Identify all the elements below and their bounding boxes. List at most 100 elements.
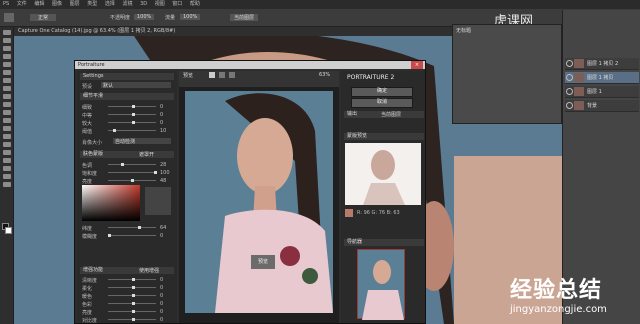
menu-item[interactable]: 3D [140,0,147,9]
slider-row[interactable]: 柔化 0 [82,285,174,292]
slider-knob[interactable] [132,278,135,281]
slider-track[interactable] [108,226,156,229]
slider-track[interactable] [108,278,156,281]
single-view-icon[interactable] [209,72,215,78]
slider-value[interactable]: 100 [160,170,170,176]
slider-value[interactable]: 0 [160,301,163,307]
slider-value[interactable]: 0 [160,285,163,291]
slider-knob[interactable] [132,105,135,108]
shape-tool-icon[interactable] [2,166,11,171]
slider-row[interactable]: 亮度 0 [82,309,174,316]
layer-row-selected[interactable]: 图层 1 拷贝 [565,72,639,84]
color-picker-field[interactable] [82,185,140,221]
mask-preview-header[interactable]: 蒙版预览 [344,133,424,140]
eraser-tool-icon[interactable] [2,110,11,115]
slider-knob[interactable] [131,179,134,182]
slider-track[interactable] [108,234,156,237]
slider-knob[interactable] [113,129,116,132]
eye-icon[interactable] [566,60,573,67]
slider-row[interactable]: 较大 0 [82,120,174,127]
brush-tool-icon[interactable] [2,86,11,91]
background-color-swatch[interactable] [5,227,12,234]
mask-section-header[interactable]: 肤色蒙版 [80,151,174,158]
menu-item[interactable]: 文件 [17,0,27,9]
menu-item[interactable]: 帮助 [190,0,200,9]
slider-knob[interactable] [121,163,124,166]
slider-track[interactable] [108,113,156,116]
detail-section-header[interactable]: 细节平滑 [80,93,174,100]
slider-knob[interactable] [132,310,135,313]
slider-track[interactable] [108,171,157,174]
hand-tool-icon[interactable] [2,174,11,179]
zoom-value[interactable]: 63% [319,72,330,78]
slider-track[interactable] [108,105,156,108]
slider-value[interactable]: 0 [160,317,163,323]
slider-knob[interactable] [132,302,135,305]
close-icon[interactable]: × [411,61,423,69]
dodge-tool-icon[interactable] [2,134,11,139]
slider-row[interactable]: 纬度 64 [82,225,174,232]
slider-knob[interactable] [132,121,135,124]
heal-tool-icon[interactable] [2,78,11,83]
menu-item[interactable]: 窗口 [172,0,182,9]
layer-row[interactable]: 图层 1 [565,86,639,98]
slider-value[interactable]: 0 [160,120,163,126]
layer-row[interactable]: 背景 [565,100,639,112]
preview-photo[interactable]: 预览 [185,91,333,313]
eye-icon[interactable] [566,102,573,109]
crop-tool-icon[interactable] [2,62,11,67]
preview-tag[interactable]: 预览 [251,255,275,269]
slider-value[interactable]: 0 [160,293,163,299]
slider-track[interactable] [108,302,156,305]
slider-knob[interactable] [132,318,135,321]
slider-value[interactable]: 64 [160,225,166,231]
slider-row[interactable]: 细致 0 [82,104,174,111]
slider-value[interactable]: 0 [160,112,163,118]
preset-select[interactable]: 默认 [101,82,171,89]
blur-tool-icon[interactable] [2,126,11,131]
slider-value[interactable]: 28 [160,162,166,168]
slider-track[interactable] [108,294,156,297]
wand-tool-icon[interactable] [2,54,11,59]
slider-row[interactable]: 模糊度 0 [82,233,174,240]
slider-knob[interactable] [108,234,111,237]
history-tool-icon[interactable] [2,102,11,107]
eye-icon[interactable] [566,74,573,81]
portrait-size-select[interactable]: 自动检测 [113,138,171,145]
pen-tool-icon[interactable] [2,142,11,147]
flow-input[interactable]: 100% [180,14,201,20]
slider-knob[interactable] [138,226,141,229]
menu-item[interactable]: 编辑 [34,0,44,9]
slider-track[interactable] [108,163,156,166]
navigator-header[interactable]: 导航器 [344,239,424,246]
slider-row[interactable]: 对比度 0 [82,317,174,324]
slider-track[interactable] [108,179,156,182]
cancel-button[interactable]: 取消 [351,98,413,108]
menu-item[interactable]: 选择 [105,0,115,9]
slider-value[interactable]: 0 [160,309,163,315]
slider-row[interactable]: 色调 28 [82,162,174,169]
slider-row[interactable]: 阈值 10 [82,128,174,135]
sample-select[interactable]: 当前图层 [230,14,259,21]
eye-icon[interactable] [566,88,573,95]
mask-color-swatch[interactable] [345,209,353,217]
slider-knob[interactable] [132,113,135,116]
slider-value[interactable]: 0 [160,104,163,110]
split-view-icon[interactable] [219,72,225,78]
slider-value[interactable]: 48 [160,178,166,184]
side-view-icon[interactable] [229,72,235,78]
opacity-input[interactable]: 100% [134,14,155,20]
menu-item[interactable]: 类型 [87,0,97,9]
slider-row[interactable]: 清晰度 0 [82,277,174,284]
marquee-tool-icon[interactable] [2,38,11,43]
menu-item[interactable]: 图像 [52,0,62,9]
slider-track[interactable] [108,310,156,313]
menu-item[interactable]: 视图 [155,0,165,9]
slider-value[interactable]: 0 [160,233,163,239]
slider-track[interactable] [108,121,156,124]
path-tool-icon[interactable] [2,158,11,163]
slider-row[interactable]: 中等 0 [82,112,174,119]
layer-row[interactable]: 图层 1 拷贝 2 [565,58,639,70]
slider-row[interactable]: 暖色 0 [82,293,174,300]
slider-row[interactable]: 亮度 48 [82,178,174,185]
